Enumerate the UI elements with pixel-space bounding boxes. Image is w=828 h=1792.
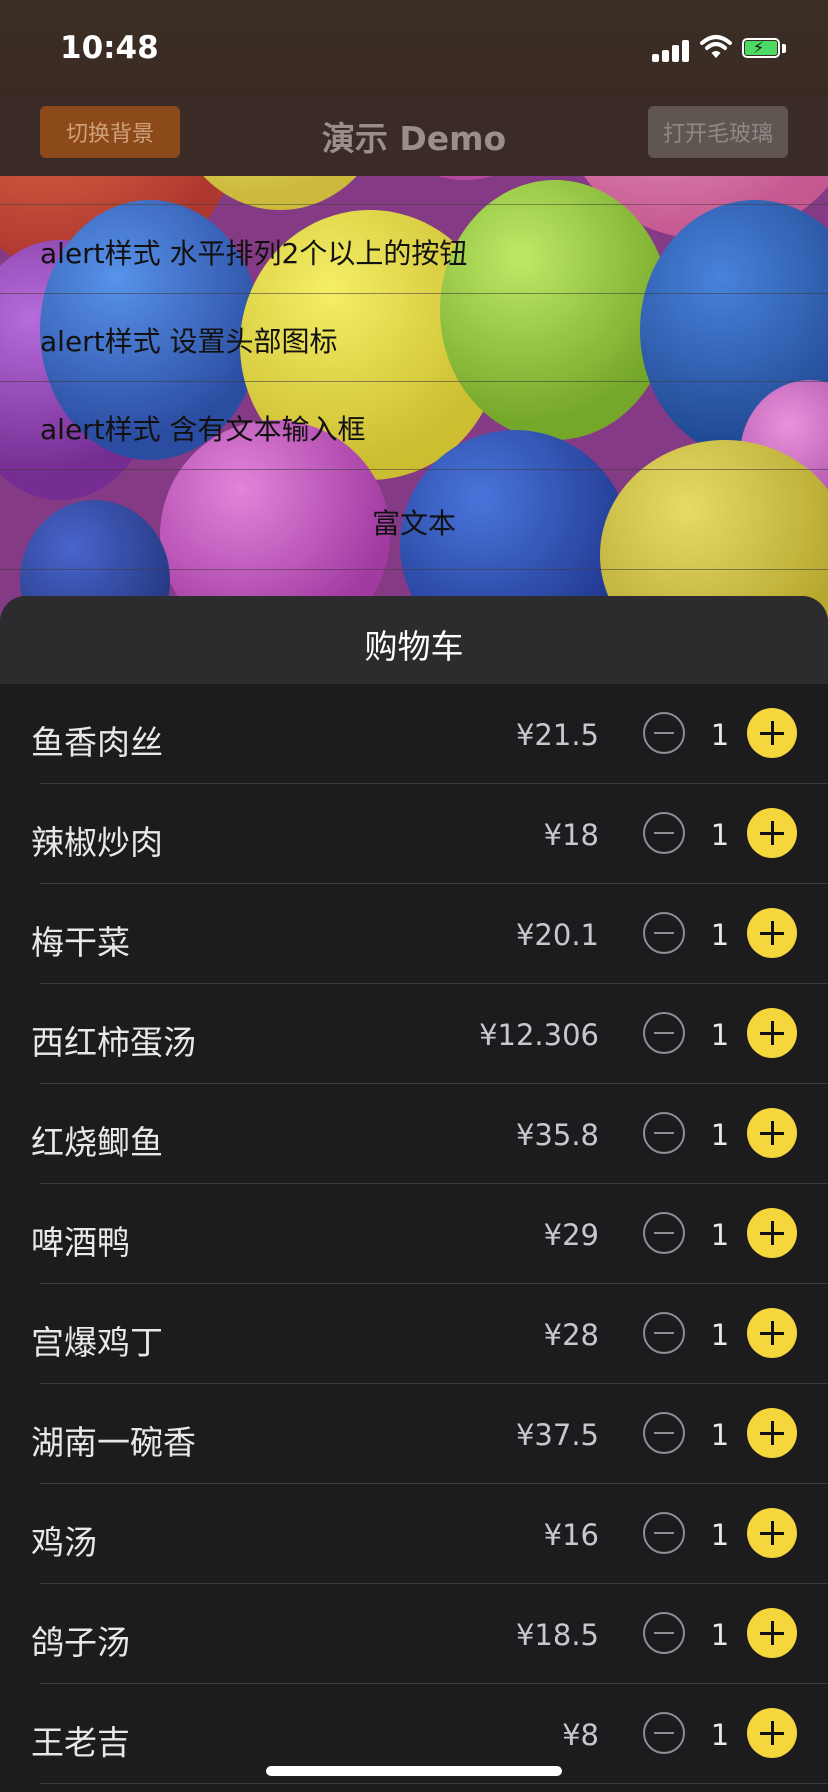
item-name: 王老吉: [31, 1723, 130, 1762]
item-name: 辣椒炒肉: [31, 823, 163, 862]
item-price: ¥21.5: [515, 718, 599, 752]
decrease-quantity-button[interactable]: [643, 1212, 685, 1254]
item-price: ¥16: [543, 1518, 599, 1552]
cart-item-row: 宫爆鸡丁 ¥28 1: [0, 1284, 828, 1384]
increase-quantity-button[interactable]: [747, 1608, 797, 1658]
item-price: ¥18: [543, 818, 599, 852]
item-price: ¥37.5: [515, 1418, 599, 1452]
decrease-quantity-button[interactable]: [643, 1412, 685, 1454]
battery-icon: ⚡: [742, 38, 786, 60]
cellular-signal-icon: [652, 38, 690, 62]
menu-item-label: alert样式 设置头部图标: [40, 325, 338, 358]
item-quantity: 1: [710, 1518, 730, 1552]
item-name: 啤酒鸭: [31, 1223, 130, 1262]
sheet-header: 购物车: [0, 596, 828, 684]
decrease-quantity-button[interactable]: [643, 1012, 685, 1054]
wifi-icon: [700, 34, 732, 62]
item-price: ¥29: [543, 1218, 599, 1252]
increase-quantity-button[interactable]: [747, 1308, 797, 1358]
cart-item-row: 西红柿蛋汤 ¥12.306 1: [0, 984, 828, 1084]
menu-item-alert-header-icon[interactable]: alert样式 设置头部图标: [0, 293, 828, 382]
cart-item-row: 辣椒炒肉 ¥18 1: [0, 784, 828, 884]
item-name: 鱼香肉丝: [31, 723, 163, 762]
item-name: 西红柿蛋汤: [31, 1023, 196, 1062]
increase-quantity-button[interactable]: [747, 808, 797, 858]
home-indicator[interactable]: [266, 1766, 562, 1776]
item-quantity: 1: [710, 1218, 730, 1252]
item-quantity: 1: [710, 818, 730, 852]
item-price: ¥12.306: [479, 1018, 599, 1052]
decrease-quantity-button[interactable]: [643, 712, 685, 754]
status-bar: 10:48 ⚡: [0, 0, 828, 96]
decrease-quantity-button[interactable]: [643, 912, 685, 954]
item-name: 湖南一碗香: [31, 1423, 196, 1462]
increase-quantity-button[interactable]: [747, 908, 797, 958]
decrease-quantity-button[interactable]: [643, 1312, 685, 1354]
cart-item-list: 鱼香肉丝 ¥21.5 1 辣椒炒肉 ¥18 1 梅干菜 ¥20.1 1 西红柿蛋汤 ¥12.306 1…: [0, 684, 828, 1784]
increase-quantity-button[interactable]: [747, 1108, 797, 1158]
item-quantity: 1: [710, 718, 730, 752]
increase-quantity-button[interactable]: [747, 1708, 797, 1758]
menu-item-label: alert样式 水平排列2个以上的按钮: [40, 237, 468, 270]
open-blur-button[interactable]: 打开毛玻璃: [648, 106, 788, 158]
menu-item-label: alert样式 含有文本输入框: [40, 413, 366, 446]
cart-item-row: 鱼香肉丝 ¥21.5 1: [0, 684, 828, 784]
menu-item-alert-multi-buttons[interactable]: alert样式 水平排列2个以上的按钮: [0, 205, 828, 294]
item-name: 鸡汤: [31, 1523, 97, 1562]
item-price: ¥18.5: [515, 1618, 599, 1652]
item-name: 红烧鲫鱼: [31, 1123, 163, 1162]
decrease-quantity-button[interactable]: [643, 1612, 685, 1654]
item-price: ¥35.8: [515, 1118, 599, 1152]
item-quantity: 1: [710, 1318, 730, 1352]
item-price: ¥20.1: [515, 918, 599, 952]
item-price: ¥28: [543, 1318, 599, 1352]
item-name: 宫爆鸡丁: [31, 1323, 163, 1362]
status-time: 10:48: [60, 30, 159, 66]
menu-item-label: 富文本: [371, 507, 456, 540]
item-name: 鸽子汤: [31, 1623, 130, 1662]
item-quantity: 1: [710, 1418, 730, 1452]
increase-quantity-button[interactable]: [747, 1208, 797, 1258]
item-quantity: 1: [710, 1618, 730, 1652]
cart-item-row: 湖南一碗香 ¥37.5 1: [0, 1384, 828, 1484]
item-quantity: 1: [710, 1018, 730, 1052]
increase-quantity-button[interactable]: [747, 1408, 797, 1458]
menu-item-rich-text[interactable]: 富文本: [0, 469, 828, 570]
row-divider: [40, 1783, 828, 1784]
item-quantity: 1: [710, 1718, 730, 1752]
item-quantity: 1: [710, 1118, 730, 1152]
cart-item-row: 鸽子汤 ¥18.5 1: [0, 1584, 828, 1684]
sheet-title: 购物车: [364, 627, 464, 666]
menu-item-alert-text-input[interactable]: alert样式 含有文本输入框: [0, 381, 828, 470]
decrease-quantity-button[interactable]: [643, 812, 685, 854]
cart-item-row: 鸡汤 ¥16 1: [0, 1484, 828, 1584]
increase-quantity-button[interactable]: [747, 1508, 797, 1558]
item-quantity: 1: [710, 918, 730, 952]
increase-quantity-button[interactable]: [747, 1008, 797, 1058]
cart-item-row: 红烧鲫鱼 ¥35.8 1: [0, 1084, 828, 1184]
decrease-quantity-button[interactable]: [643, 1512, 685, 1554]
item-price: ¥8: [562, 1718, 599, 1752]
cart-item-row: 啤酒鸭 ¥29 1: [0, 1184, 828, 1284]
decrease-quantity-button[interactable]: [643, 1112, 685, 1154]
item-name: 梅干菜: [31, 923, 130, 962]
decrease-quantity-button[interactable]: [643, 1712, 685, 1754]
shopping-cart-sheet: 购物车 鱼香肉丝 ¥21.5 1 辣椒炒肉 ¥18 1 梅干菜 ¥20.1 1 西红柿蛋汤 ¥12.…: [0, 596, 828, 1792]
cart-item-row: 梅干菜 ¥20.1 1: [0, 884, 828, 984]
increase-quantity-button[interactable]: [747, 708, 797, 758]
